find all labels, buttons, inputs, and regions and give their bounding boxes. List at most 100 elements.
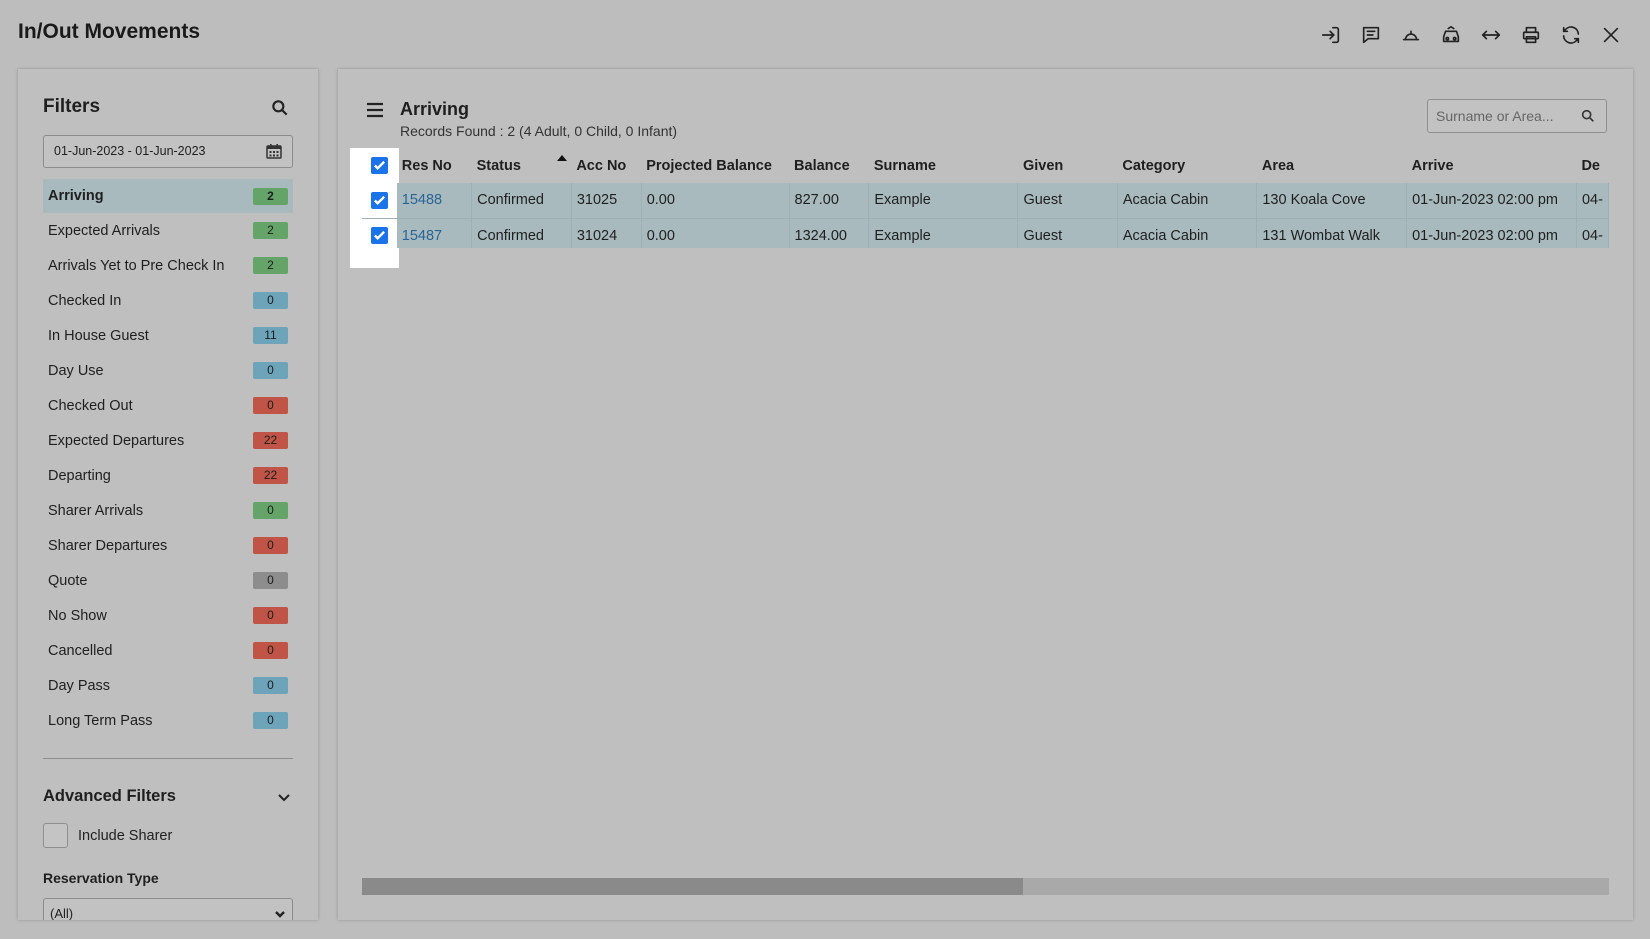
- filter-item-label: Expected Departures: [48, 432, 185, 449]
- filter-item-no-show[interactable]: No Show 0: [43, 598, 293, 633]
- column-header-status[interactable]: Status: [472, 148, 572, 183]
- chevron-down-icon[interactable]: [276, 789, 292, 805]
- filter-item-long-term-pass[interactable]: Long Term Pass 0: [43, 703, 293, 738]
- count-badge: 22: [253, 432, 288, 449]
- close-icon[interactable]: [1596, 20, 1626, 50]
- panel-title: Arriving: [400, 99, 470, 119]
- column-header-depart[interactable]: De: [1576, 148, 1608, 183]
- column-header-acc-no[interactable]: Acc No: [571, 148, 641, 183]
- count-badge: 2: [253, 187, 288, 205]
- count-badge: 0: [253, 677, 288, 694]
- count-badge: 22: [253, 467, 288, 484]
- checkbox-checked-icon[interactable]: [370, 227, 388, 245]
- depart-cell: 04-: [1576, 183, 1609, 218]
- balance-cell: 827.00: [789, 183, 870, 218]
- checkbox-checked-icon[interactable]: [370, 191, 388, 209]
- reservation-type-value: (All): [50, 906, 74, 920]
- calendar-icon[interactable]: [266, 143, 282, 159]
- filter-item-label: Checked In: [48, 292, 122, 309]
- row-checkbox[interactable]: [362, 183, 397, 218]
- column-header-res-no[interactable]: Res No: [397, 148, 472, 183]
- horizontal-scrollbar[interactable]: [362, 878, 1609, 895]
- filter-item-sharer-arrivals[interactable]: Sharer Arrivals 0: [43, 493, 293, 528]
- filters-title: Filters: [43, 96, 101, 117]
- filter-item-in-house-guest[interactable]: In House Guest 11: [43, 318, 293, 353]
- date-range-value: 01-Jun-2023 - 01-Jun-2023: [54, 144, 206, 158]
- refresh-icon[interactable]: [1556, 20, 1586, 50]
- filter-item-checked-in[interactable]: Checked In 0: [43, 283, 293, 318]
- count-badge: 0: [253, 502, 288, 519]
- filter-item-label: Day Pass: [48, 677, 111, 694]
- column-header-given[interactable]: Given: [1018, 148, 1117, 183]
- column-header-arrive[interactable]: Arrive: [1407, 148, 1577, 183]
- category-cell: Acacia Cabin: [1117, 183, 1258, 218]
- scrollbar-thumb[interactable]: [362, 878, 1023, 895]
- filter-item-quote[interactable]: Quote 0: [43, 563, 293, 598]
- balance-cell: 1324.00: [789, 217, 870, 248]
- filter-item-sharer-departures[interactable]: Sharer Departures 0: [43, 528, 293, 563]
- filter-list: Arriving 2 Expected Arrivals 2 Arrivals …: [43, 179, 293, 738]
- filter-item-expected-arrivals[interactable]: Expected Arrivals 2: [43, 213, 293, 248]
- filter-item-label: Checked Out: [48, 397, 133, 414]
- column-header-balance[interactable]: Balance: [789, 148, 869, 183]
- filter-item-label: Departing: [48, 467, 111, 484]
- include-sharer-checkbox[interactable]: Include Sharer: [43, 823, 172, 848]
- arrive-cell: 01-Jun-2023 02:00 pm: [1406, 217, 1577, 248]
- select-all-checkbox[interactable]: [362, 148, 397, 183]
- advanced-filters-title[interactable]: Advanced Filters: [43, 787, 176, 806]
- filter-item-departing[interactable]: Departing 22: [43, 458, 293, 493]
- res-no-link[interactable]: 15488: [396, 183, 473, 218]
- column-header-surname[interactable]: Surname: [869, 148, 1018, 183]
- row-checkbox[interactable]: [362, 217, 397, 248]
- print-icon[interactable]: [1516, 20, 1546, 50]
- filter-item-arrivals-yet-to-pre-check-in[interactable]: Arrivals Yet to Pre Check In 2: [43, 248, 293, 283]
- filter-item-arriving[interactable]: Arriving 2: [43, 179, 293, 213]
- search-icon[interactable]: [1580, 108, 1596, 124]
- search-icon[interactable]: [270, 98, 290, 118]
- filter-item-label: Arriving: [48, 188, 104, 204]
- filter-item-checked-out[interactable]: Checked Out 0: [43, 388, 293, 423]
- category-cell: Acacia Cabin: [1117, 217, 1258, 248]
- count-badge: 0: [253, 712, 288, 729]
- area-cell: 131 Wombat Walk: [1256, 217, 1408, 248]
- surname-cell: Example: [868, 217, 1019, 248]
- filter-item-expected-departures[interactable]: Expected Departures 22: [43, 423, 293, 458]
- table-row[interactable]: 15488 Confirmed 31025 0.00 827.00 Exampl…: [362, 183, 1609, 218]
- column-header-area[interactable]: Area: [1257, 148, 1407, 183]
- column-header-category[interactable]: Category: [1117, 148, 1256, 183]
- acc-no-cell: 31025: [571, 183, 642, 218]
- message-icon[interactable]: [1356, 20, 1386, 50]
- results-panel: Arriving Records Found : 2 (4 Adult, 0 C…: [338, 69, 1633, 920]
- hamburger-menu-icon[interactable]: [366, 102, 384, 118]
- results-table: Res No Status Acc No Projected Balance B…: [362, 148, 1609, 248]
- date-range-field[interactable]: 01-Jun-2023 - 01-Jun-2023: [43, 135, 293, 168]
- filter-item-label: Long Term Pass: [48, 712, 153, 729]
- resize-horizontal-icon[interactable]: [1476, 20, 1506, 50]
- login-icon[interactable]: [1316, 20, 1346, 50]
- filter-item-label: Cancelled: [48, 642, 113, 659]
- include-sharer-label: Include Sharer: [78, 827, 173, 844]
- checkbox-box[interactable]: [43, 823, 68, 848]
- count-badge: 0: [253, 642, 288, 659]
- filter-item-cancelled[interactable]: Cancelled 0: [43, 633, 293, 668]
- sort-ascending-icon: [557, 155, 568, 161]
- filter-item-label: Quote: [48, 572, 88, 589]
- table-row[interactable]: 15487 Confirmed 31024 0.00 1324.00 Examp…: [362, 217, 1609, 248]
- given-cell: Guest: [1017, 217, 1118, 248]
- column-header-projected-balance[interactable]: Projected Balance: [641, 148, 789, 183]
- count-badge: 0: [253, 362, 288, 379]
- reservation-type-select[interactable]: (All): [43, 898, 293, 920]
- res-no-link[interactable]: 15487: [396, 217, 473, 248]
- checkbox-checked-icon[interactable]: [370, 157, 388, 174]
- filter-item-label: Sharer Departures: [48, 537, 168, 554]
- car-icon[interactable]: [1436, 20, 1466, 50]
- area-cell: 130 Koala Cove: [1256, 183, 1408, 218]
- surname-area-search-input[interactable]: Surname or Area...: [1427, 99, 1607, 133]
- bell-service-icon[interactable]: [1396, 20, 1426, 50]
- filter-item-day-pass[interactable]: Day Pass 0: [43, 668, 293, 703]
- depart-cell: 04-: [1576, 217, 1609, 248]
- count-badge: 0: [253, 397, 288, 414]
- status-cell: Confirmed: [471, 217, 572, 248]
- records-found: Records Found : 2 (4 Adult, 0 Child, 0 I…: [400, 123, 678, 139]
- filter-item-day-use[interactable]: Day Use 0: [43, 353, 293, 388]
